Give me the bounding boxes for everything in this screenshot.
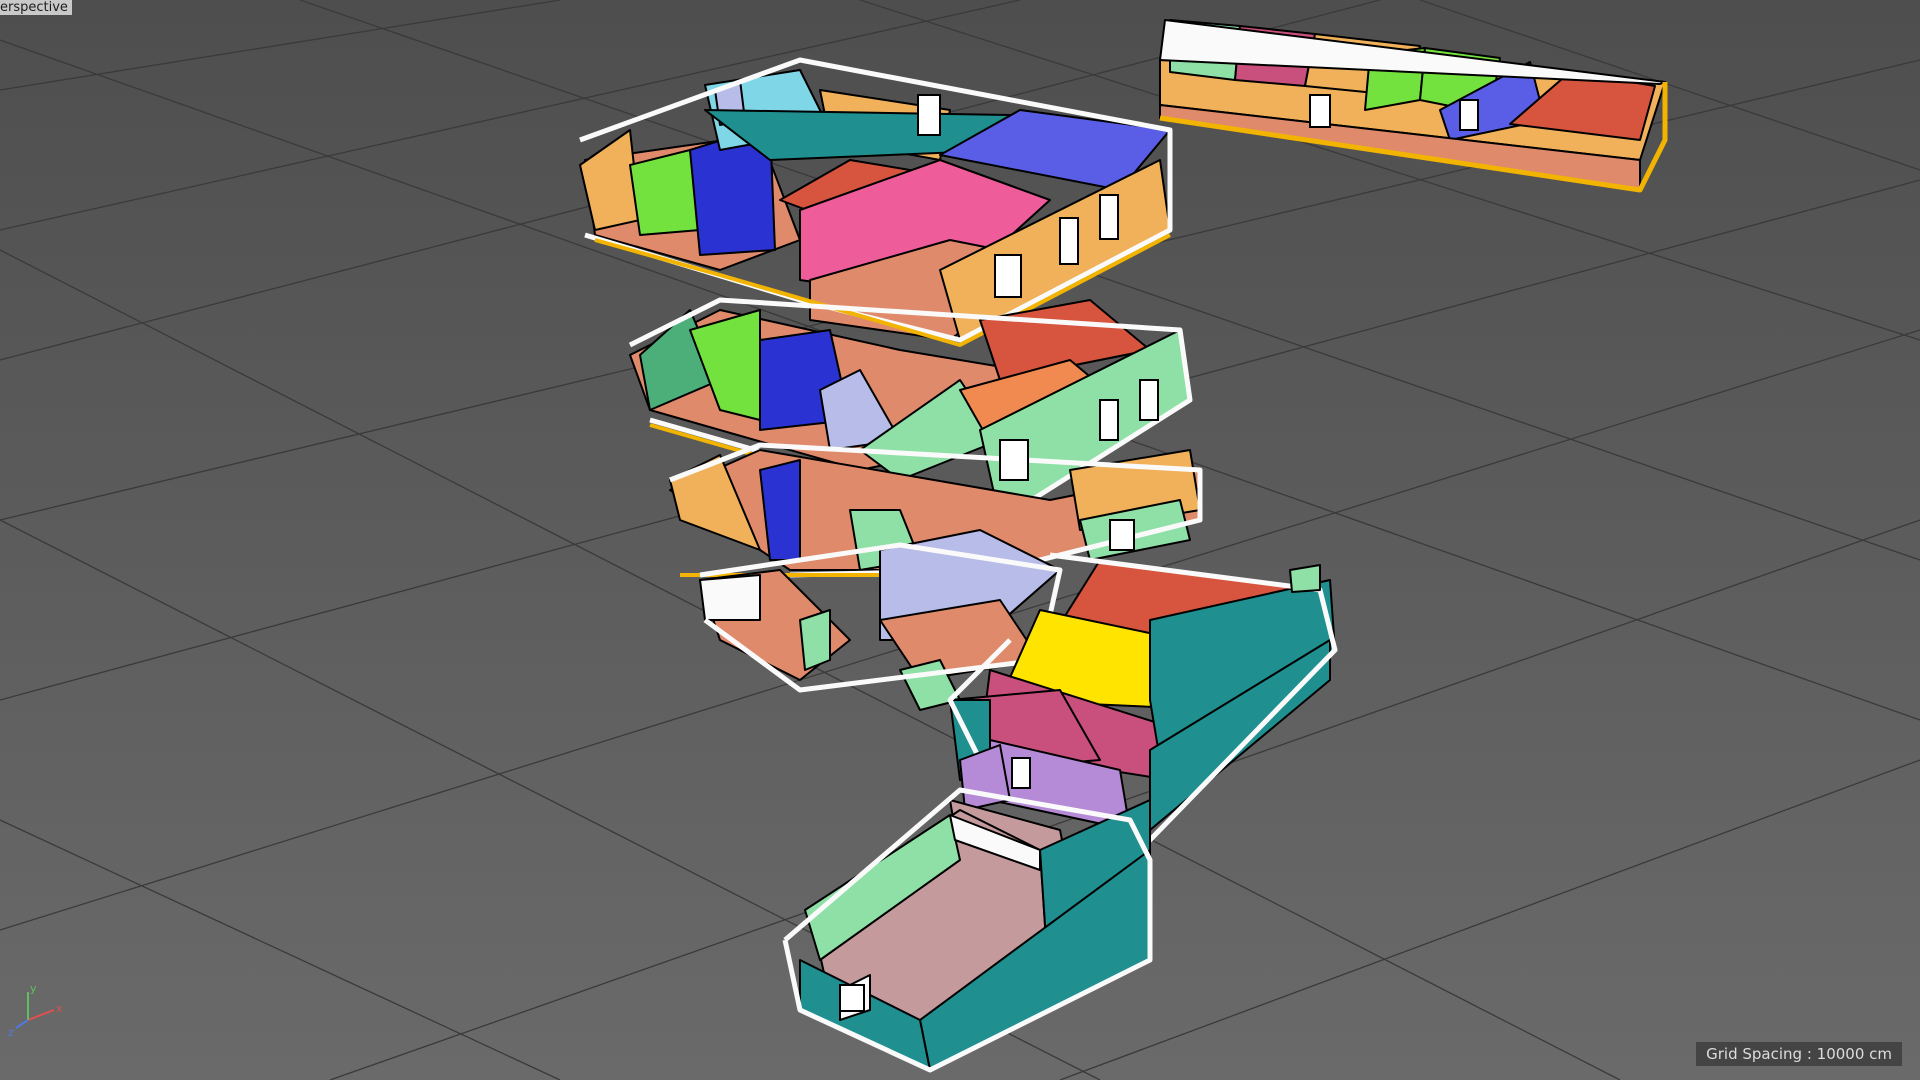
y-axis-label: y	[30, 982, 37, 995]
3d-viewport[interactable]: erspective x y z Grid Spacing : 10000 cm	[0, 0, 1920, 1080]
view-name-label[interactable]: erspective	[0, 0, 72, 15]
axis-gizmo-icon: x y z	[8, 978, 68, 1038]
grid-spacing-readout: Grid Spacing : 10000 cm	[1696, 1042, 1902, 1066]
z-axis-label: z	[8, 1026, 14, 1038]
viewport-canvas[interactable]	[0, 0, 1920, 1080]
x-axis-line	[27, 1009, 55, 1021]
z-axis-line	[15, 1019, 29, 1029]
x-axis-label: x	[56, 1002, 63, 1015]
